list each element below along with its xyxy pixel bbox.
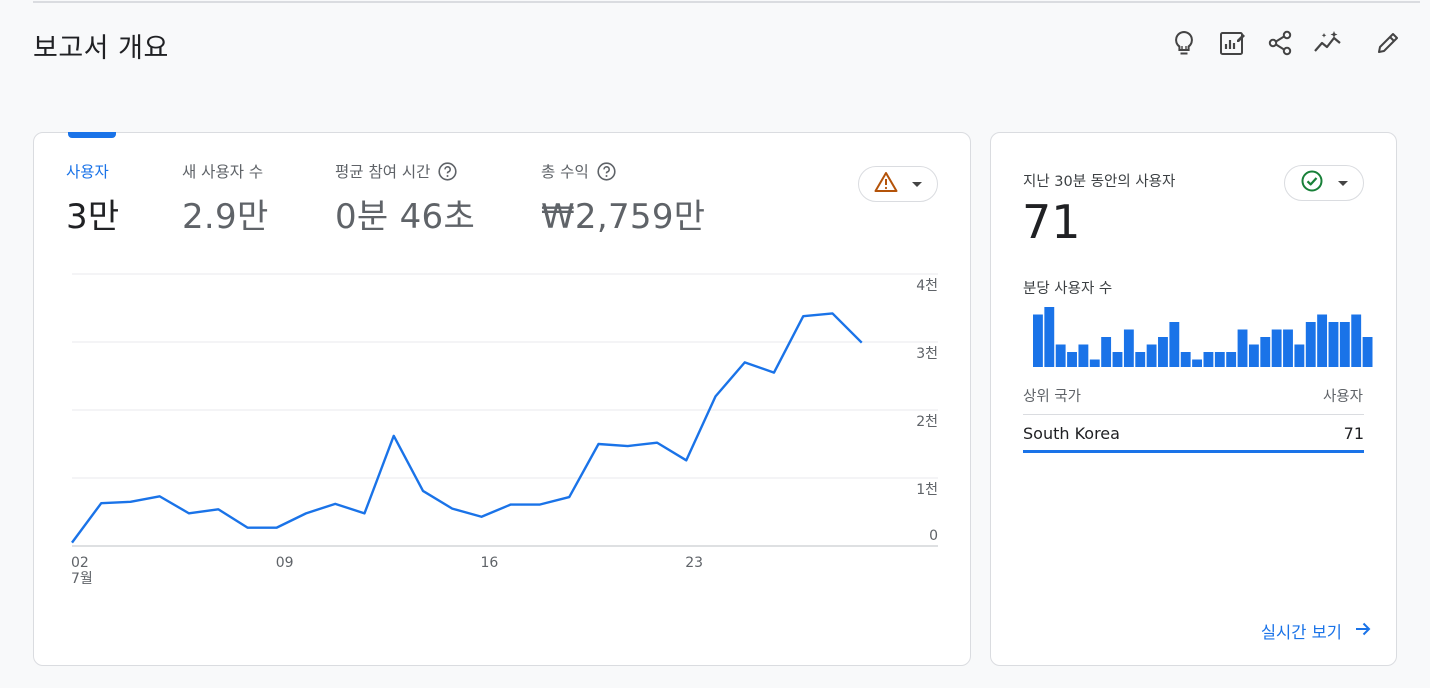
per-minute-bar <box>1260 337 1271 367</box>
per-minute-bar <box>1192 359 1202 367</box>
overview-card: 사용자 3만 새 사용자 수 2.9만 평균 참여 시간 0분 46초 총 수익… <box>33 132 971 666</box>
y-tick-label: 4천 <box>916 278 938 294</box>
top-divider <box>33 1 1420 3</box>
table-header-country: 상위 국가 <box>1023 389 1081 405</box>
per-minute-bar <box>1044 307 1055 367</box>
per-minute-bar <box>1169 322 1180 367</box>
share-icon[interactable] <box>1260 24 1300 62</box>
x-tick-label: 02 <box>71 555 89 571</box>
per-minute-bar <box>1055 344 1066 367</box>
per-minute-bar <box>1033 314 1043 367</box>
country-users: 71 <box>1343 424 1364 443</box>
country-share-bar <box>1023 450 1364 453</box>
customize-report-icon[interactable] <box>1212 24 1252 62</box>
realtime-status-dropdown[interactable] <box>1284 165 1364 201</box>
per-minute-bar <box>1158 337 1168 367</box>
per-minute-bar <box>1294 344 1305 367</box>
per-minute-bar-chart <box>1033 307 1373 367</box>
page-title: 보고서 개요 <box>33 33 169 64</box>
per-minute-bar <box>1317 314 1328 367</box>
per-minute-bar <box>1101 337 1112 367</box>
per-minute-bar <box>1078 344 1089 367</box>
per-minute-label: 분당 사용자 수 <box>1023 281 1113 297</box>
per-minute-bar <box>1271 329 1282 367</box>
y-tick-label: 3천 <box>916 346 938 362</box>
per-minute-bar <box>1362 337 1373 367</box>
per-minute-bar <box>1351 314 1362 367</box>
users-line-chart: 0 1천 2천 3천 4천 027월 09 16 23 <box>71 273 938 587</box>
per-minute-bar <box>1112 352 1123 367</box>
y-tick-label: 0 <box>929 528 938 544</box>
per-minute-bar <box>1237 329 1248 367</box>
table-divider <box>1023 414 1364 415</box>
lightbulb-icon[interactable] <box>1164 24 1204 62</box>
country-name: South Korea <box>1023 424 1120 443</box>
y-tick-label: 1천 <box>916 482 938 498</box>
arrow-right-icon <box>1354 620 1372 642</box>
x-tick-label: 09 <box>276 555 294 571</box>
table-row[interactable]: South Korea 71 <box>1023 423 1364 453</box>
chevron-down-icon <box>1338 180 1348 186</box>
x-tick-label: 23 <box>685 555 703 571</box>
per-minute-bar <box>1226 352 1237 367</box>
per-minute-bar <box>1305 322 1316 367</box>
x-tick-sublabel: 7월 <box>71 571 93 587</box>
per-minute-bar <box>1328 322 1339 367</box>
per-minute-bar <box>1123 329 1134 367</box>
series-line <box>71 312 863 544</box>
x-tick-label: 16 <box>481 555 499 571</box>
per-minute-bar <box>1089 359 1100 367</box>
y-tick-label: 2천 <box>916 414 938 430</box>
view-realtime-label: 실시간 보기 <box>1260 623 1342 642</box>
insights-icon[interactable] <box>1308 24 1348 62</box>
per-minute-bar <box>1135 352 1146 367</box>
per-minute-bar <box>1146 344 1157 367</box>
check-circle-icon <box>1300 169 1324 197</box>
table-header-users: 사용자 <box>1322 389 1363 405</box>
realtime-user-count: 71 <box>1022 195 1081 249</box>
realtime-title: 지난 30분 동안의 사용자 <box>1023 174 1176 190</box>
per-minute-bar <box>1339 322 1350 367</box>
per-minute-bar <box>1283 329 1293 367</box>
edit-icon[interactable] <box>1368 24 1408 62</box>
per-minute-bar <box>1067 352 1077 367</box>
per-minute-bar <box>1214 352 1225 367</box>
realtime-card: 지난 30분 동안의 사용자 71 분당 사용자 수 상위 국가 사용자 Sou… <box>990 132 1397 666</box>
report-toolbar <box>1160 24 1410 62</box>
per-minute-bar <box>1203 352 1214 367</box>
view-realtime-link[interactable]: 실시간 보기 <box>1261 619 1372 643</box>
per-minute-bar <box>1248 344 1259 367</box>
per-minute-bar <box>1180 352 1191 367</box>
